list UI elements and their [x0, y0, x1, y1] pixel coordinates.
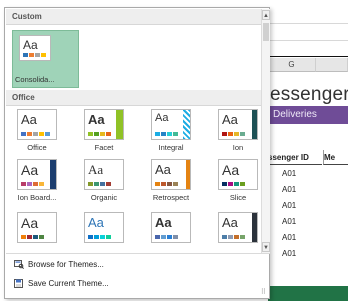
theme-sample-text: Aa: [222, 112, 238, 127]
theme-name: Ion Board...: [17, 193, 57, 202]
theme-integral[interactable]: Aa Integral: [146, 108, 196, 152]
theme-sample-text: Aa: [155, 162, 171, 177]
theme-thumbnail: Aa: [17, 109, 57, 140]
theme-row3-3[interactable]: Aa: [146, 211, 196, 251]
table-cell[interactable]: A01: [268, 246, 296, 261]
theme-ion[interactable]: Aa Ion: [213, 108, 263, 152]
browse-for-themes-button[interactable]: Browse for Themes...: [6, 255, 261, 274]
theme-sample-text: Aa: [21, 215, 39, 231]
gallery-scrollbar[interactable]: ▲ ▼: [261, 9, 270, 253]
resize-grip[interactable]: ⠿: [261, 288, 266, 296]
theme-sample-text: Aa: [222, 162, 240, 178]
browse-label: Browse for Themes...: [28, 260, 104, 269]
table-cell[interactable]: A01: [268, 214, 296, 229]
grid-line: [268, 40, 348, 41]
theme-sample-text: Aa: [88, 215, 104, 230]
theme-name: Slice: [229, 193, 247, 202]
theme-sample-text: Aa: [23, 38, 38, 52]
theme-row3-1[interactable]: Aa: [12, 211, 62, 251]
theme-color-bars: [155, 235, 178, 239]
theme-color-bars: [21, 132, 50, 136]
save-current-theme-button[interactable]: Save Current Theme...: [6, 274, 261, 293]
sheet-subtitle-bar[interactable]: Deliveries: [268, 106, 348, 124]
theme-color-bars: [155, 182, 178, 186]
table-cell[interactable]: A01: [268, 198, 296, 213]
theme-color-bars: [222, 235, 245, 239]
theme-name: Organic: [90, 193, 118, 202]
theme-name: Ion: [232, 143, 244, 152]
theme-facet[interactable]: Aa Facet: [79, 108, 129, 152]
theme-color-bars: [21, 182, 44, 186]
table-header-next[interactable]: Me: [323, 150, 348, 165]
theme-color-bars: [23, 53, 46, 57]
theme-color-bars: [222, 182, 245, 186]
theme-thumbnail: Aa: [19, 35, 51, 61]
footer-divider: [6, 253, 270, 254]
column-header-g[interactable]: G: [268, 58, 316, 72]
theme-color-bars: [222, 132, 245, 136]
scroll-thumb[interactable]: [263, 23, 269, 41]
browse-icon: [14, 260, 24, 269]
themes-dropdown: Custom Aa Consolida... Office Aa Office …: [4, 7, 270, 299]
table-cell[interactable]: A01: [268, 230, 296, 245]
theme-ion-boardroom[interactable]: Aa Ion Board...: [12, 158, 62, 202]
table-cell[interactable]: A01: [268, 166, 296, 181]
theme-color-bars: [155, 132, 178, 136]
theme-color-bars: [21, 235, 44, 239]
theme-name: Integral: [158, 143, 184, 152]
theme-office[interactable]: Aa Office: [12, 108, 62, 152]
save-label: Save Current Theme...: [28, 279, 109, 288]
theme-sample-text: Aa: [21, 162, 39, 178]
section-header-custom: Custom: [6, 9, 261, 25]
theme-sample-text: Aa: [155, 112, 169, 124]
theme-row3-2[interactable]: Aa: [79, 211, 129, 251]
sheet-title[interactable]: essenger: [270, 84, 348, 106]
save-theme-icon: [14, 279, 23, 288]
theme-name: Retrospect: [152, 193, 190, 202]
theme-slice[interactable]: Aa Slice: [213, 158, 263, 202]
theme-thumbnail: Aa: [17, 212, 57, 243]
theme-name: Facet: [94, 143, 114, 152]
theme-consolidated[interactable]: Aa Consolida...: [12, 30, 79, 88]
table-header-id[interactable]: ssenger ID: [268, 150, 322, 165]
theme-thumbnail: Aa: [151, 212, 191, 243]
theme-row3-4[interactable]: Aa: [213, 211, 263, 251]
grid-line: [268, 23, 348, 24]
theme-retrospect[interactable]: Aa Retrospect: [146, 158, 196, 202]
theme-thumbnail: Aa: [84, 212, 124, 243]
scroll-up-button[interactable]: ▲: [262, 10, 270, 20]
theme-thumbnail: Aa: [151, 159, 191, 190]
theme-name: Office: [27, 143, 47, 152]
status-strip: [268, 286, 348, 301]
theme-sample-text: Aa: [88, 112, 105, 127]
table-cell[interactable]: A01: [268, 182, 296, 197]
theme-thumbnail: Aa: [84, 159, 124, 190]
theme-thumbnail: Aa: [218, 159, 258, 190]
column-header-next[interactable]: [316, 58, 348, 72]
theme-thumbnail: Aa: [84, 109, 124, 140]
theme-sample-text: Aa: [155, 215, 172, 230]
theme-sample-text: Aa: [88, 162, 104, 177]
section-header-office: Office: [6, 90, 261, 106]
theme-thumbnail: Aa: [218, 212, 258, 243]
sheet-subtitle: Deliveries: [273, 109, 317, 120]
theme-color-bars: [88, 132, 111, 136]
theme-thumbnail: Aa: [17, 159, 57, 190]
scroll-down-button[interactable]: ▼: [262, 242, 270, 252]
theme-name: Consolida...: [15, 75, 55, 84]
theme-color-bars: [88, 182, 111, 186]
theme-thumbnail: Aa: [218, 109, 258, 140]
theme-sample-text: Aa: [222, 215, 238, 230]
theme-thumbnail: Aa: [151, 109, 191, 140]
theme-sample-text: Aa: [21, 112, 37, 127]
theme-organic[interactable]: Aa Organic: [79, 158, 129, 202]
theme-color-bars: [88, 235, 111, 239]
